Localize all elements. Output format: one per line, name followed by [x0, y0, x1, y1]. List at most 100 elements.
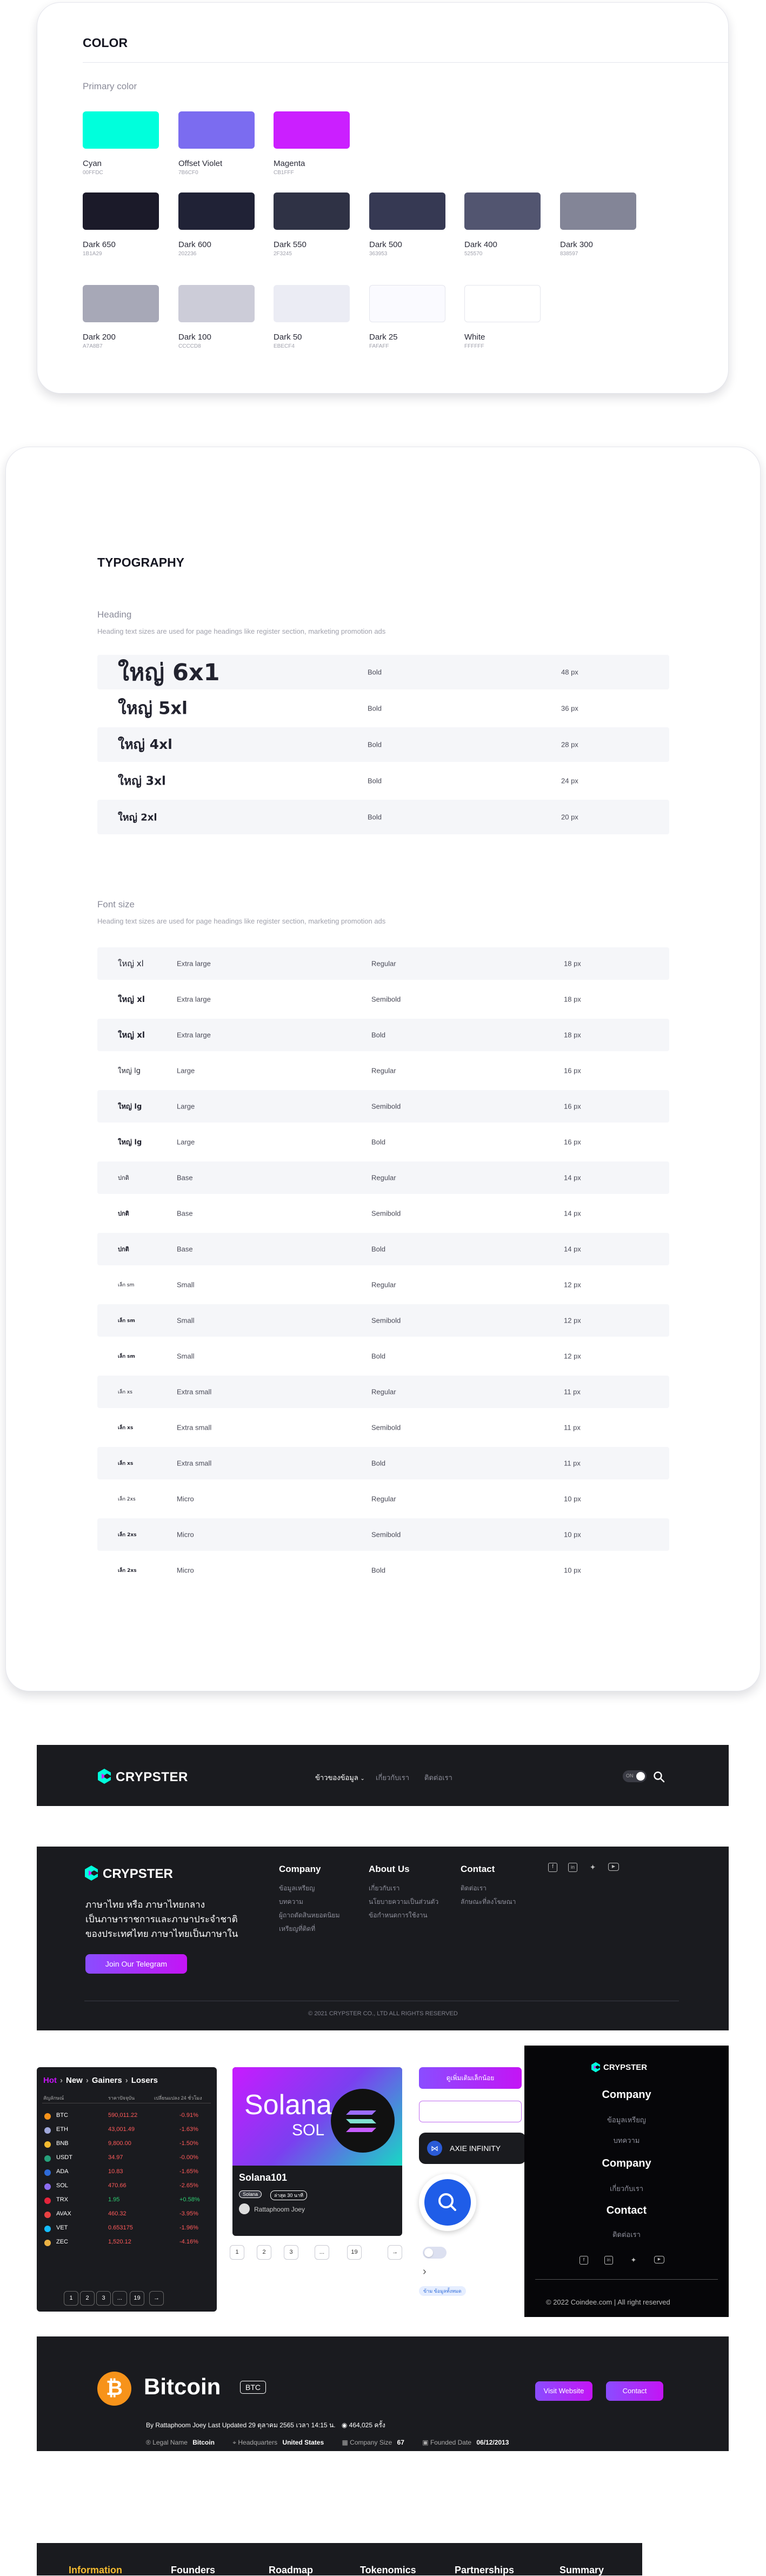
page-button[interactable]: 3	[284, 2245, 298, 2260]
linkedin-icon[interactable]: in	[604, 2256, 613, 2265]
footer-link[interactable]: เหรียญที่ติดที่	[279, 1924, 315, 1934]
page-button[interactable]: ...	[112, 2291, 127, 2306]
footer-brand: CRYPSTER	[103, 1867, 173, 1881]
axie-chip[interactable]: ⋈ AXIE INFINITY	[419, 2133, 526, 2164]
mobile-contact-link[interactable]: ติดต่อเรา	[524, 2229, 729, 2240]
font-size-label: Font size	[97, 899, 135, 909]
facebook-icon[interactable]: f	[548, 1863, 557, 1872]
tab-summary[interactable]: Summary	[559, 2565, 604, 2576]
market-row[interactable]: AVAX 460.32 -3.95%	[38, 2208, 215, 2222]
page-button[interactable]: 2	[257, 2245, 271, 2260]
color-swatch-name: Dark 200	[83, 333, 116, 342]
mobile-company-link[interactable]: บทความ	[524, 2135, 729, 2146]
page-button[interactable]: 19	[130, 2291, 144, 2306]
page-button[interactable]: 2	[80, 2291, 95, 2306]
market-row[interactable]: VET 0.653175 -1.96%	[38, 2222, 215, 2236]
font-size-px: 10 px	[564, 1530, 581, 1539]
youtube-icon[interactable]: ▶	[608, 1863, 619, 1871]
coin-name: Bitcoin	[144, 2374, 221, 2399]
navbar-link-contact[interactable]: ติดต่อเรา	[424, 1772, 452, 1783]
footer-link[interactable]: ผู้ถาถตัดสินหยอดนิยม	[279, 1910, 340, 1921]
page-button[interactable]: 1	[64, 2291, 78, 2306]
navbar-link-about[interactable]: เกี่ยวกับเรา	[376, 1772, 409, 1783]
calendar-icon: ▣	[422, 2439, 429, 2446]
market-row[interactable]: ZEC 1,520.12 -4.16%	[38, 2236, 215, 2250]
coin-price: 460.32	[108, 2210, 126, 2217]
market-header: สัญลักษณ์	[43, 2095, 64, 2101]
color-swatch-name: Cyan	[83, 159, 102, 168]
color-swatch-hex: A7A8B7	[83, 343, 103, 349]
market-tab-gainers[interactable]: Gainers	[92, 2076, 122, 2085]
color-swatch-hex: EBECF4	[274, 343, 295, 349]
youtube-icon[interactable]: ▶	[654, 2256, 664, 2263]
solana-card[interactable]: Solana SOL Solana101 Solana ล่าสุด 30 นา…	[232, 2067, 402, 2236]
market-row[interactable]: ETH 43,001.49 -1.63%	[38, 2123, 215, 2137]
theme-toggle[interactable]: ON	[623, 1770, 647, 1782]
page-button[interactable]: 3	[96, 2291, 111, 2306]
market-tab-losers[interactable]: Losers	[131, 2076, 158, 2085]
next-page-button[interactable]: →	[388, 2245, 402, 2260]
footer-link[interactable]: บทความ	[279, 1897, 303, 1907]
market-tab-new[interactable]: New	[66, 2076, 83, 2085]
market-row[interactable]: SOL 470.66 -2.65%	[38, 2180, 215, 2194]
heading-size: 20 px	[561, 813, 578, 821]
search-fab[interactable]	[419, 2174, 476, 2231]
tab-information[interactable]: Information	[69, 2565, 122, 2576]
search-icon[interactable]	[653, 1771, 665, 1783]
join-telegram-button[interactable]: Join Our Telegram	[85, 1954, 187, 1974]
navbar-brand[interactable]: CRYPSTER	[116, 1770, 188, 1785]
toggle-switch[interactable]	[423, 2247, 447, 2259]
footer-link[interactable]: นโยบายความเป็นส่วนตัว	[369, 1897, 438, 1907]
page-button[interactable]: 19	[347, 2245, 362, 2260]
color-swatch-hex: FFFFFF	[464, 343, 484, 349]
page-button[interactable]: ...	[315, 2245, 329, 2260]
byline-text: By Rattaphoom Joey Last Updated 29 ตุลาค…	[146, 2421, 336, 2429]
market-row[interactable]: TRX 1.95 +0.58%	[38, 2194, 215, 2208]
mobile-contact-title: Contact	[606, 2205, 647, 2216]
market-row[interactable]: ADA 10.83 -1.65%	[38, 2166, 215, 2180]
heading-sample: ใหญ่ 6x1	[118, 659, 220, 686]
coin-icon	[44, 2212, 51, 2218]
view-more-button[interactable]: ดูเพิ่มเติมเล็กน้อย	[419, 2067, 522, 2089]
tab-roadmap[interactable]: Roadmap	[269, 2565, 313, 2576]
color-swatch-name: Dark 300	[560, 240, 593, 249]
mobile-social: f in ✦ ▶	[580, 2256, 664, 2265]
footer-link[interactable]: เกี่ยวกับเรา	[369, 1883, 399, 1894]
market-row[interactable]: BNB 9,800.00 -1.50%	[38, 2137, 215, 2152]
font-weight: Bold	[371, 1138, 386, 1146]
info-chip[interactable]: ข้าม ข้อมูลทั้งหมด	[419, 2286, 466, 2296]
facebook-icon[interactable]: f	[580, 2256, 588, 2265]
font-size-px: 14 px	[564, 1209, 581, 1218]
next-page-button[interactable]: →	[149, 2291, 164, 2306]
visit-website-button[interactable]: Visit Website	[535, 2381, 592, 2401]
linkedin-icon[interactable]: in	[568, 1863, 577, 1872]
mobile-company-title: Company	[602, 2089, 651, 2101]
twitter-icon[interactable]: ✦	[629, 2256, 638, 2265]
footer-link[interactable]: ลักษณะที่ลงโฆษณา	[461, 1897, 516, 1907]
font-sample: ปกติ	[118, 1210, 129, 1217]
hq-label: Headquarters	[238, 2439, 278, 2446]
footer-link[interactable]: ข้อกำหนดการใช้งาน	[369, 1910, 428, 1921]
color-swatch-name: Dark 600	[178, 240, 211, 249]
footer-link[interactable]: ติดต่อเรา	[461, 1883, 487, 1894]
mobile-company-link[interactable]: ข้อมูลเหรียญ	[524, 2114, 729, 2126]
market-row[interactable]: BTC 590,011.22 -0.91%	[38, 2109, 215, 2123]
tab-partnerships[interactable]: Partnerships	[455, 2565, 514, 2576]
coin-icon	[44, 2240, 51, 2246]
twitter-icon[interactable]: ✦	[588, 1863, 597, 1872]
market-row[interactable]: USDT 34.97 -0.00%	[38, 2152, 215, 2166]
page-button[interactable]: 1	[230, 2245, 244, 2260]
contact-button[interactable]: Contact	[606, 2381, 663, 2401]
market-tab-hot[interactable]: Hot	[43, 2076, 57, 2085]
tab-separator: ›	[60, 2076, 63, 2085]
crypster-logo-icon[interactable]	[97, 1768, 111, 1784]
navbar-link-data[interactable]: ข้าวของข้อมูล ⌄	[315, 1772, 365, 1783]
mobile-company2-link[interactable]: เกี่ยวกับเรา	[524, 2183, 729, 2194]
text-input[interactable]	[419, 2101, 522, 2122]
font-weight: Bold	[371, 1245, 386, 1253]
footer-link[interactable]: ข้อมูลเหรียญ	[279, 1883, 315, 1894]
tab-tokenomics[interactable]: Tokenomics	[360, 2565, 416, 2576]
chevron-right-icon[interactable]: ›	[423, 2266, 427, 2278]
tab-founders[interactable]: Founders	[171, 2565, 215, 2576]
font-size-row: ใหญ่ xl Extra large Semibold 18 px	[97, 983, 669, 1015]
